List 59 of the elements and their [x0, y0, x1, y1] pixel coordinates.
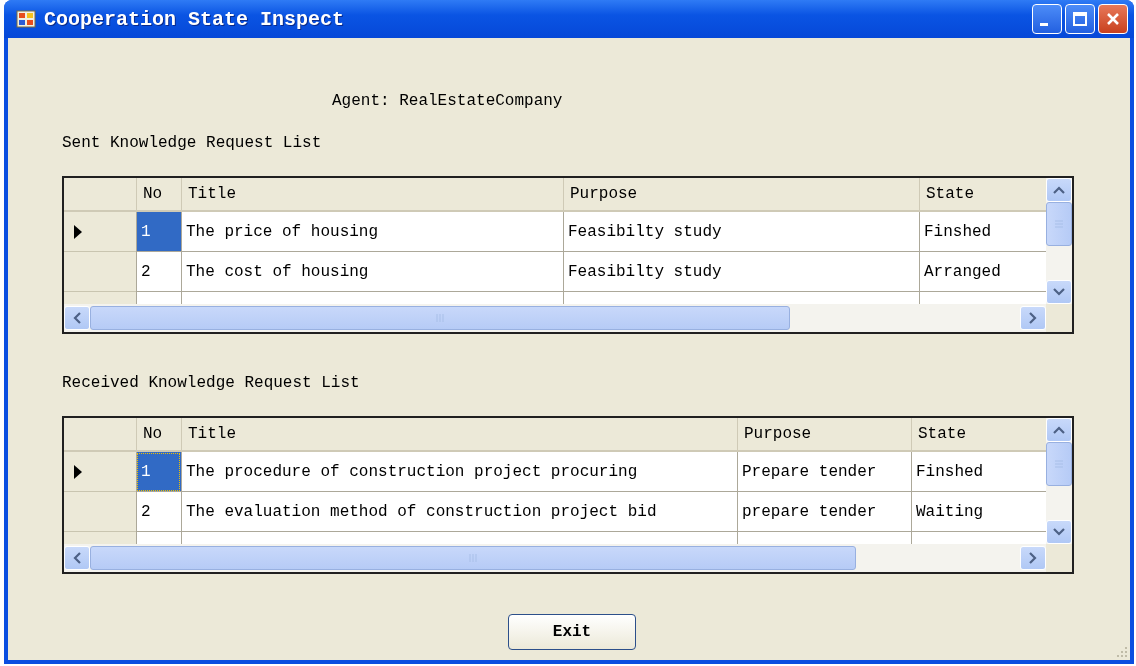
maximize-button[interactable] [1065, 4, 1095, 34]
column-header[interactable]: Purpose [570, 185, 638, 203]
horizontal-scrollbar[interactable] [64, 544, 1046, 572]
list-label: Received Knowledge Request List [62, 374, 361, 394]
resize-grip-icon [1116, 646, 1128, 658]
table-cell[interactable]: 1 [136, 212, 181, 252]
scroll-left-button[interactable] [64, 546, 90, 570]
table-cell[interactable]: Prepare tender [737, 452, 911, 492]
column-header[interactable]: No [143, 425, 163, 443]
scroll-thumb[interactable] [90, 546, 856, 570]
scroll-up-button[interactable] [1046, 418, 1072, 442]
scroll-down-button[interactable] [1046, 280, 1072, 304]
column-header[interactable]: Purpose [744, 425, 812, 443]
table-cell[interactable]: The evaluation method of construction project bid [181, 492, 737, 532]
chevron-left-icon [73, 312, 81, 324]
chevron-right-icon [1029, 552, 1037, 564]
column-header[interactable]: Title [188, 425, 236, 443]
column-header[interactable]: State [918, 425, 966, 443]
column-header[interactable]: Title [188, 185, 236, 203]
table-cell[interactable]: 2 [136, 252, 181, 292]
window-title: Cooperation State Inspect [44, 7, 346, 31]
minimize-button[interactable] [1032, 4, 1062, 34]
table-cell[interactable]: Finshed [911, 452, 1046, 492]
chevron-left-icon [73, 552, 81, 564]
table-cell[interactable]: Arranged [919, 252, 1046, 292]
table-cell[interactable]: 1 [136, 452, 181, 492]
chevron-up-icon [1053, 186, 1065, 194]
exit-button[interactable]: Exit [508, 614, 636, 650]
column-header[interactable]: State [926, 185, 974, 203]
table-cell[interactable]: Waiting [911, 492, 1046, 532]
scroll-right-button[interactable] [1020, 546, 1046, 570]
table-cell[interactable]: 2 [136, 492, 181, 532]
close-button[interactable] [1098, 4, 1128, 34]
list-label: Sent Knowledge Request List [62, 134, 323, 154]
scroll-down-button[interactable] [1046, 520, 1072, 544]
table-cell[interactable]: The price of housing [181, 212, 563, 252]
table-cell[interactable]: Feasibilty study [563, 212, 919, 252]
scroll-left-button[interactable] [64, 306, 90, 330]
table-cell[interactable]: The procedure of construction project procuring [181, 452, 737, 492]
minimize-icon [1040, 22, 1048, 26]
chevron-right-icon [1029, 312, 1037, 324]
vertical-scrollbar[interactable] [1046, 418, 1072, 544]
chevron-up-icon [1053, 426, 1065, 434]
scroll-thumb[interactable] [90, 306, 790, 330]
chevron-down-icon [1053, 288, 1065, 296]
chevron-down-icon [1053, 528, 1065, 536]
agent-label: Agent: RealEstateCompany [332, 92, 564, 112]
horizontal-scrollbar[interactable] [64, 304, 1046, 332]
scroll-thumb[interactable] [1046, 442, 1072, 486]
vertical-scrollbar[interactable] [1046, 178, 1072, 304]
table-cell[interactable]: The cost of housing [181, 252, 563, 292]
app-icon [16, 9, 36, 29]
scroll-thumb[interactable] [1046, 202, 1072, 246]
scroll-up-button[interactable] [1046, 178, 1072, 202]
table-cell[interactable]: prepare tender [737, 492, 911, 532]
scroll-right-button[interactable] [1020, 306, 1046, 330]
column-header[interactable]: No [143, 185, 163, 203]
table-cell[interactable]: Finshed [919, 212, 1046, 252]
table-cell[interactable]: Feasibilty study [563, 252, 919, 292]
